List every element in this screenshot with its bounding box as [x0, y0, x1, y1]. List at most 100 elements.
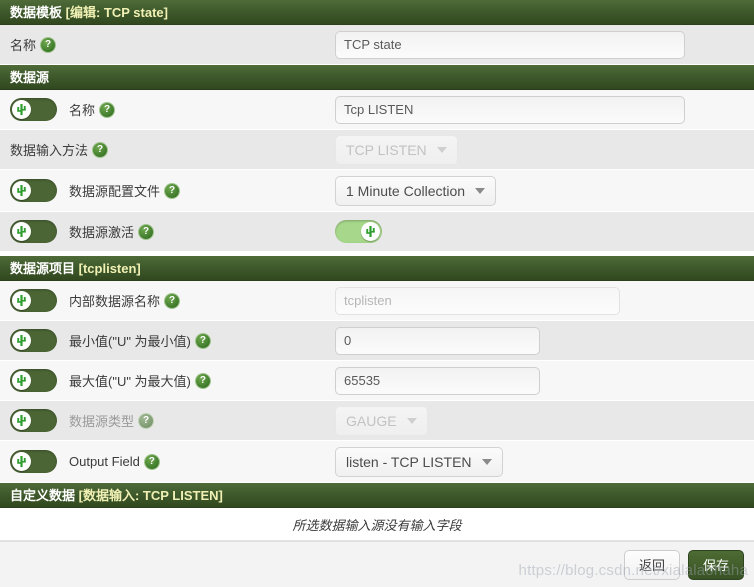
toggle-knob: [12, 222, 31, 241]
toggle-knob: [12, 452, 31, 471]
minimum-value-input[interactable]: [335, 326, 540, 355]
row-maximum-value: 最大值("U" 为最大值) ?: [0, 361, 754, 401]
toggle-ds-type[interactable]: [10, 409, 57, 432]
field-area-ds-input-method: TCP LISTEN: [335, 134, 754, 165]
section-title-data-template: 数据模板: [10, 5, 63, 20]
section-title-data-source-item: 数据源项目: [10, 261, 76, 276]
ds-input-method-dropdown: TCP LISTEN: [335, 134, 458, 165]
field-area-template-name: [335, 30, 754, 59]
cactus-icon: [17, 456, 26, 467]
internal-ds-name-input: [335, 286, 620, 315]
help-circle-icon[interactable]: ?: [165, 293, 180, 308]
help-circle-icon[interactable]: ?: [41, 37, 56, 52]
section-header-data-source-item: 数据源项目 [tcplisten]: [0, 256, 754, 281]
ds-input-method-value: TCP LISTEN: [346, 141, 427, 158]
toggle-knob: [12, 331, 31, 350]
help-circle-icon[interactable]: ?: [139, 413, 154, 428]
ds-profile-value: 1 Minute Collection: [346, 182, 466, 199]
row-internal-ds-name: 内部数据源名称 ?: [0, 281, 754, 321]
section-header-custom-data: 自定义数据 [数据输入: TCP LISTEN]: [0, 483, 754, 508]
label-text-output-field: Output Field: [69, 454, 140, 469]
label-text-ds-profile: 数据源配置文件: [69, 184, 161, 199]
label-ds-name: 名称 ?: [10, 98, 335, 121]
label-ds-input-method: 数据输入方法 ?: [10, 140, 335, 159]
ds-profile-dropdown[interactable]: 1 Minute Collection: [335, 175, 497, 206]
field-area-ds-name: [335, 95, 754, 124]
output-field-dropdown[interactable]: listen - TCP LISTEN: [335, 446, 503, 477]
row-output-field: Output Field ? listen - TCP LISTEN: [0, 441, 754, 483]
cactus-icon: [366, 226, 375, 237]
cactus-icon: [17, 375, 26, 386]
chevron-down-icon: [436, 146, 447, 153]
ds-active-switch[interactable]: [335, 220, 382, 243]
maximum-value-input[interactable]: [335, 366, 540, 395]
label-text-ds-name: 名称: [69, 103, 96, 118]
help-circle-icon[interactable]: ?: [144, 454, 159, 469]
help-circle-icon[interactable]: ?: [195, 373, 210, 388]
label-ds-profile: 数据源配置文件 ?: [10, 179, 335, 202]
label-internal-ds-name: 内部数据源名称 ?: [10, 289, 335, 312]
section-subtitle-data-template: [编辑: TCP state]: [65, 5, 168, 20]
toggle-ds-profile[interactable]: [10, 179, 57, 202]
label-text-ds-active: 数据源激活: [69, 225, 135, 240]
label-text-template-name: 名称: [10, 38, 37, 53]
row-ds-name: 名称 ?: [0, 90, 754, 130]
row-template-name: 名称 ?: [0, 25, 754, 65]
no-input-fields-note-row: 所选数据输入源没有输入字段: [0, 508, 754, 541]
label-text-ds-type: 数据源类型: [69, 414, 135, 429]
no-input-fields-note: 所选数据输入源没有输入字段: [292, 517, 462, 533]
back-button[interactable]: 返回: [624, 549, 680, 580]
label-output-field: Output Field ?: [10, 450, 335, 473]
cactus-icon: [17, 226, 26, 237]
help-circle-icon[interactable]: ?: [139, 224, 154, 239]
section-title-data-source: 数据源: [10, 70, 50, 85]
toggle-knob: [361, 222, 380, 241]
cactus-icon: [17, 415, 26, 426]
help-circle-icon[interactable]: ?: [93, 142, 108, 157]
chevron-down-icon: [475, 187, 486, 194]
label-text-maximum-value: 最大值("U" 为最大值): [69, 374, 191, 389]
label-ds-type: 数据源类型 ?: [10, 409, 335, 432]
chevron-down-icon: [481, 458, 492, 465]
data-template-edit-page: 数据模板 [编辑: TCP state] 名称 ? 数据源: [0, 0, 754, 587]
label-text-internal-ds-name: 内部数据源名称: [69, 294, 161, 309]
section-subtitle-data-source-item: [tcplisten]: [78, 261, 141, 276]
toggle-knob: [12, 411, 31, 430]
chevron-down-icon: [406, 417, 417, 424]
section-subtitle-custom-data: [数据输入: TCP LISTEN]: [78, 488, 223, 503]
toggle-ds-active-left[interactable]: [10, 220, 57, 243]
row-ds-profile: 数据源配置文件 ? 1 Minute Collection: [0, 170, 754, 212]
template-name-input[interactable]: [335, 30, 685, 59]
row-ds-type: 数据源类型 ? GAUGE: [0, 401, 754, 441]
toggle-knob: [12, 181, 31, 200]
field-area-minimum-value: [335, 326, 754, 355]
label-text-minimum-value: 最小值("U" 为最小值): [69, 334, 191, 349]
section-header-data-source: 数据源: [0, 65, 754, 90]
row-ds-active: 数据源激活 ?: [0, 212, 754, 252]
cactus-icon: [17, 104, 26, 115]
label-ds-active: 数据源激活 ?: [10, 220, 335, 243]
row-minimum-value: 最小值("U" 为最小值) ?: [0, 321, 754, 361]
help-circle-icon[interactable]: ?: [195, 333, 210, 348]
field-area-maximum-value: [335, 366, 754, 395]
help-circle-icon[interactable]: ?: [165, 183, 180, 198]
toggle-minimum-value[interactable]: [10, 329, 57, 352]
toggle-ds-name[interactable]: [10, 98, 57, 121]
label-text-ds-input-method: 数据输入方法: [10, 143, 89, 158]
label-template-name: 名称 ?: [10, 35, 335, 54]
label-minimum-value: 最小值("U" 为最小值) ?: [10, 329, 335, 352]
field-area-internal-ds-name: [335, 286, 754, 315]
field-area-ds-type: GAUGE: [335, 405, 754, 436]
save-button[interactable]: 保存: [688, 549, 744, 580]
section-title-custom-data: 自定义数据: [10, 488, 76, 503]
field-area-ds-profile: 1 Minute Collection: [335, 175, 754, 206]
cactus-icon: [17, 335, 26, 346]
toggle-knob: [12, 291, 31, 310]
toggle-internal-ds-name[interactable]: [10, 289, 57, 312]
ds-name-input[interactable]: [335, 95, 685, 124]
help-circle-icon[interactable]: ?: [100, 102, 115, 117]
ds-type-dropdown: GAUGE: [335, 405, 428, 436]
toggle-output-field[interactable]: [10, 450, 57, 473]
toggle-maximum-value[interactable]: [10, 369, 57, 392]
form-footer: https://blog.csdn.net/xialalaohaha 返回 保存: [0, 541, 754, 587]
